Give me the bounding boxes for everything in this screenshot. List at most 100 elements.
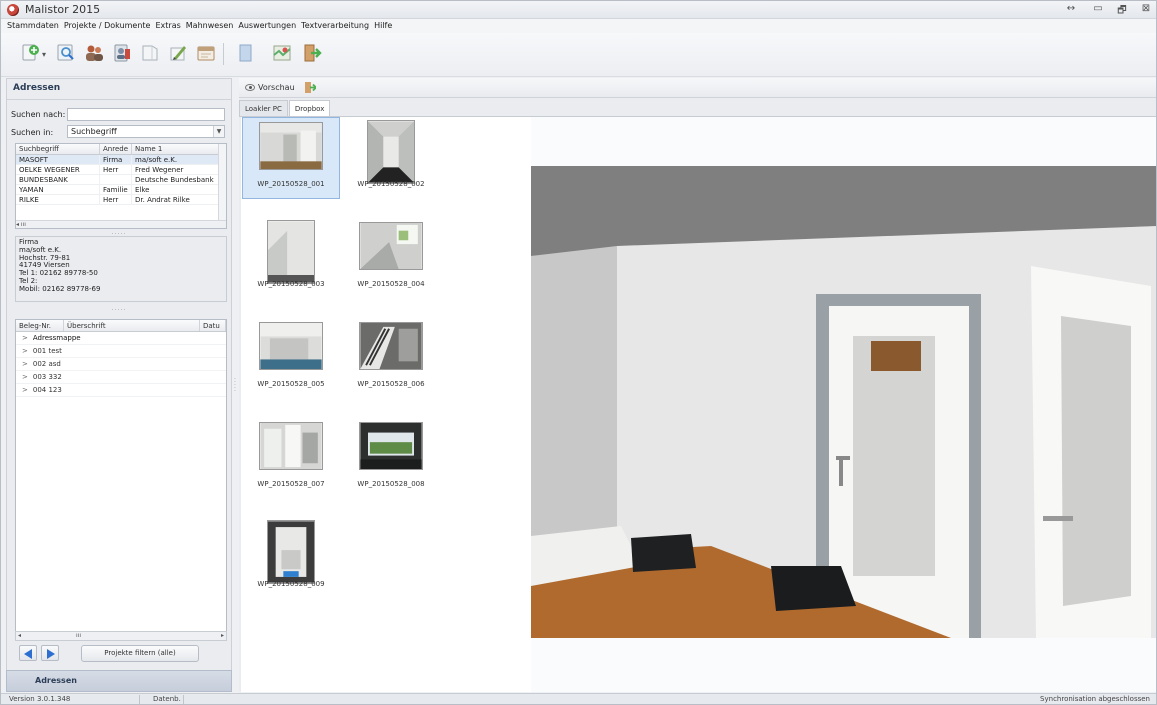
grid-horizontal-scrollbar[interactable]: ◂ ııı [16,220,226,228]
thumbnail-label: WP_20150528_008 [357,480,425,488]
chevron-right-icon[interactable]: > [22,386,28,394]
column-suchbegriff[interactable]: Suchbegriff [16,144,100,154]
photo-thumbnail [259,322,323,370]
photo-preview-area [531,117,1156,692]
resize-icon[interactable]: ↔ [1063,3,1079,14]
column-ueberschrift[interactable]: Überschrift [64,320,200,331]
new-address-button[interactable] [17,40,43,66]
scroll-left-icon[interactable]: ◂ [18,632,21,639]
filter-projects-button[interactable]: Projekte filtern (alle) [81,645,199,662]
tree-row[interactable]: >004 123 [16,384,226,397]
cell-key: RILKE [16,195,100,204]
dropdown-arrow-icon[interactable]: ▾ [42,50,46,59]
thumbnail-item[interactable]: WP_20150528_002 [342,117,440,199]
table-row[interactable]: RILKE Herr Dr. Andrat Rilke [16,195,226,205]
table-row[interactable]: BUNDESBANK Deutsche Bundesbank [16,175,226,185]
chevron-right-icon[interactable]: > [22,360,28,368]
app-logo-icon [7,4,19,16]
table-row[interactable]: MASOFT Firma ma/soft e.K. [16,155,226,165]
toolbar-separator [223,43,224,65]
cell-key: YAMAN [16,185,100,194]
thumbnail-item[interactable]: WP_20150528_009 [242,517,340,599]
map-icon [273,45,291,61]
menu-projekte[interactable]: Projekte / Dokumente [64,19,154,33]
calendar-button[interactable] [193,40,219,66]
tree-row-label: 004 123 [32,386,62,394]
splitter-handle[interactable]: ..... [7,305,231,312]
grid-vertical-scrollbar[interactable] [218,144,226,222]
cell-name: ma/soft e.K. [132,155,220,164]
search-button[interactable] [53,40,79,66]
nav-tab-adressen[interactable]: Adressen [6,670,232,692]
cell-key: OELKE WEGENER [16,165,100,174]
edit-document-button[interactable] [165,40,191,66]
menu-textverarbeitung[interactable]: Textverarbeitung [301,19,372,33]
thumbnail-item[interactable]: WP_20150528_007 [242,417,340,499]
tree-horizontal-scrollbar[interactable]: ◂ ııı ▸ [15,631,227,641]
tree-row[interactable]: >002 asd [16,358,226,371]
tree-row[interactable]: >003 332 [16,371,226,384]
document-button[interactable] [233,40,259,66]
address-grid[interactable]: Suchbegriff Anrede Name 1 MASOFT Firma m… [15,143,227,229]
search-label: Suchen nach: [11,110,66,119]
column-datum[interactable]: Datu [200,320,226,331]
menu-hilfe[interactable]: Hilfe [374,19,395,33]
menu-stammdaten[interactable]: Stammdaten [7,19,62,33]
column-anrede[interactable]: Anrede [100,144,132,154]
close-button[interactable]: ⊠ [1138,3,1154,14]
tree-row[interactable]: > Adressmappe [16,332,226,345]
next-button[interactable] [41,645,59,661]
book-button[interactable] [137,40,163,66]
thumbnail-item[interactable]: WP_20150528_008 [342,417,440,499]
table-row[interactable]: OELKE WEGENER Herr Fred Wegener [16,165,226,175]
document-tree[interactable]: Beleg-Nr. Überschrift Datu > Adressmappe … [15,319,227,634]
chevron-right-icon[interactable]: > [22,373,28,381]
tree-row[interactable]: >001 test [16,345,226,358]
scroll-thumb[interactable]: ııı [76,632,81,639]
source-tabs: Loakler PC Dropbox [239,100,331,116]
contacts-icon [86,45,103,61]
chevron-right-icon[interactable]: > [22,347,28,355]
tree-row-label: 001 test [32,347,62,355]
tree-row-label: 003 332 [32,373,62,381]
map-button[interactable] [269,40,295,66]
chevron-down-icon[interactable]: ▼ [213,126,224,137]
eye-icon [245,84,255,91]
thumbnail-label: WP_20150528_006 [357,380,425,388]
exit-button[interactable] [299,40,325,66]
chevron-right-icon[interactable]: > [22,334,28,342]
search-in-value: Suchbegriff [71,127,117,136]
thumbnail-item[interactable]: WP_20150528_006 [342,317,440,399]
contacts-button[interactable] [81,40,107,66]
arrow-left-icon [24,649,32,659]
grid-header: Suchbegriff Anrede Name 1 [16,144,226,155]
column-name[interactable]: Name 1 [132,144,220,154]
thumbnail-item[interactable]: WP_20150528_001 [242,117,340,199]
search-input[interactable] [67,108,225,121]
search-in-select[interactable]: Suchbegriff ▼ [67,125,225,138]
tab-dropbox[interactable]: Dropbox [288,100,331,116]
exit-icon[interactable] [305,81,316,94]
table-row[interactable]: YAMAN Familie Elke [16,185,226,195]
menu-bar: Stammdaten Projekte / Dokumente Extras M… [1,19,1156,33]
menu-extras[interactable]: Extras [155,19,183,33]
splitter-handle[interactable]: ..... [7,229,231,236]
scroll-right-icon[interactable]: ▸ [221,632,224,639]
menu-auswertungen[interactable]: Auswertungen [238,19,299,33]
user-group-button[interactable] [109,40,135,66]
preview-button[interactable]: Vorschau [245,82,295,94]
minimize-button[interactable]: ▭ [1090,3,1106,14]
thumbnail-label: WP_20150528_001 [257,180,325,188]
restore-button[interactable]: 🗗 [1114,3,1130,20]
cell-salutation: Herr [100,195,132,204]
tab-local-pc[interactable]: Loakler PC [239,100,288,116]
previous-button[interactable] [19,645,37,661]
edit-document-icon [170,46,186,61]
thumbnail-item[interactable]: WP_20150528_004 [342,217,440,299]
thumbnail-label: WP_20150528_004 [357,280,425,288]
thumbnail-item[interactable]: WP_20150528_003 [242,217,340,299]
thumbnail-item[interactable]: WP_20150528_005 [242,317,340,399]
column-beleg-nr[interactable]: Beleg-Nr. [16,320,64,331]
menu-mahnwesen[interactable]: Mahnwesen [186,19,237,33]
nav-tab-label: Adressen [35,676,77,685]
